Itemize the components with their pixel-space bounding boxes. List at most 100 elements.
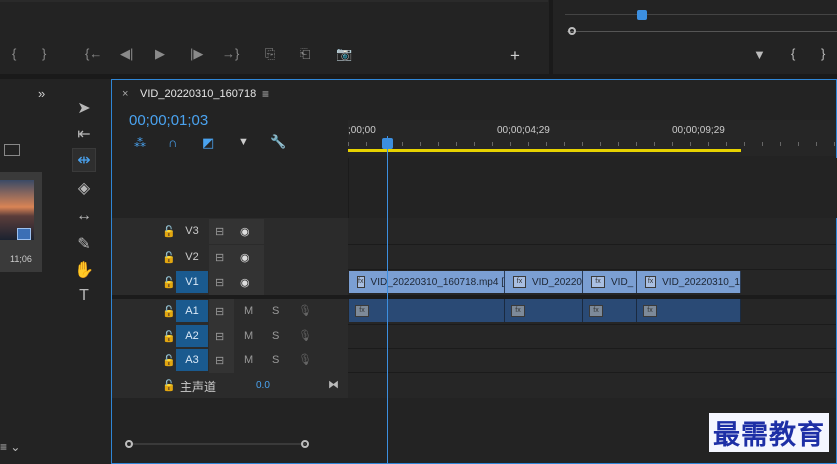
timeline-panel: × VID_20220310_160718 ≡ 00;00;01;03 ⁂ ∩ … — [111, 79, 837, 464]
audio-clip[interactable]: fx — [505, 299, 583, 322]
audio-clip[interactable]: fx — [583, 299, 637, 322]
timecode-display[interactable]: 00;00;01;03 — [129, 112, 208, 129]
clip-name: VID_ — [611, 276, 634, 288]
track-label-a2[interactable]: A2 — [176, 325, 208, 347]
solo-button[interactable]: S — [272, 330, 279, 342]
mute-button[interactable]: M — [244, 305, 253, 317]
nest-toggle-icon[interactable]: ⁂ — [134, 136, 146, 150]
overwrite-icon[interactable]: ⎗ — [300, 47, 310, 60]
razor-tool-icon[interactable]: ◈ — [72, 176, 96, 200]
go-to-end-icon[interactable]: ⧓ — [328, 378, 339, 391]
list-view-icon[interactable]: ≡ ⌄ — [0, 440, 30, 454]
sync-lock-icon[interactable]: ⊟ — [215, 276, 224, 289]
fx-badge-icon: fx — [591, 276, 605, 288]
top-edge — [0, 0, 548, 2]
work-area-bar[interactable] — [348, 149, 741, 152]
mute-button[interactable]: M — [244, 330, 253, 342]
master-label: 主声道 — [180, 380, 217, 394]
track-label-v2[interactable]: V2 — [176, 246, 208, 268]
hand-tool-icon[interactable]: ✋ — [72, 258, 96, 282]
sync-lock-icon[interactable]: ⊟ — [215, 251, 224, 264]
close-tab-icon[interactable]: × — [122, 88, 128, 100]
mark-out-icon[interactable]: } — [42, 47, 46, 60]
step-back-icon[interactable]: ◀| — [120, 47, 133, 60]
mute-button[interactable]: M — [244, 354, 253, 366]
ripple-edit-tool-icon[interactable]: ⇹ — [72, 148, 96, 172]
solo-button[interactable]: S — [272, 305, 279, 317]
sync-lock-icon[interactable]: ⊟ — [215, 354, 224, 367]
pen-tool-icon[interactable]: ✎ — [72, 232, 96, 256]
playhead-line — [387, 136, 388, 464]
linked-selection-icon[interactable]: ◩ — [202, 135, 214, 151]
solo-button[interactable]: S — [272, 354, 279, 366]
watermark-logo: 最需教育 — [709, 413, 829, 452]
scroll-knob-right[interactable] — [301, 440, 309, 448]
mark-out-icon-right[interactable]: } — [821, 47, 825, 60]
wrench-icon[interactable]: 🔧 — [270, 134, 286, 150]
fx-badge-icon: fx — [355, 305, 369, 317]
master-volume-value[interactable]: 0.0 — [256, 380, 270, 391]
insert-icon[interactable]: ⎘ — [265, 47, 275, 60]
microphone-icon[interactable]: 🎙 — [298, 353, 312, 366]
track-row-v2: 🔓 V2 ⊟ ◉ — [112, 245, 836, 270]
master-track-row: 🔓 主声道 0.0 ⧓ — [112, 373, 836, 398]
track-label-a3[interactable]: A3 — [176, 349, 208, 371]
play-icon[interactable]: ▶ — [155, 47, 165, 60]
timeline-tab: × VID_20220310_160718 ≡ — [112, 80, 836, 106]
horizontal-scroll-track[interactable] — [130, 443, 306, 445]
panel-menu-icon[interactable]: ≡ — [262, 87, 269, 101]
add-button-icon[interactable]: + — [510, 46, 520, 66]
project-panel: » ≡ ⌄ — [0, 80, 58, 464]
track-row-v1: 🔓 V1 ⊟ ◉ fx VID_20220310_160718.mp4 [ fx V… — [112, 270, 836, 295]
video-clip[interactable]: fx VID_20220310_160718.mp4 [ — [349, 271, 505, 293]
add-marker-icon[interactable]: ▼ — [753, 48, 766, 61]
eye-icon[interactable]: ◉ — [240, 251, 250, 264]
slip-tool-icon[interactable]: ↔ — [72, 204, 96, 228]
track-label-v3[interactable]: V3 — [176, 220, 208, 242]
selection-tool-icon[interactable]: ➤ — [72, 96, 96, 120]
add-marker-icon-timeline[interactable]: ▼ — [238, 136, 249, 148]
eye-icon[interactable]: ◉ — [240, 225, 250, 238]
clip-name: VID_20220 — [531, 276, 582, 288]
sequence-name[interactable]: VID_20220310_160718 — [140, 88, 256, 100]
go-to-in-icon[interactable]: {← — [85, 47, 102, 60]
track-select-tool-icon[interactable]: ⇤ — [72, 122, 96, 146]
sync-lock-icon[interactable]: ⊟ — [215, 305, 224, 318]
mark-in-icon[interactable]: { — [12, 47, 16, 60]
track-label-a1[interactable]: A1 — [176, 300, 208, 322]
microphone-icon[interactable]: 🎙 — [298, 329, 312, 342]
track-label-v1[interactable]: V1 — [176, 271, 208, 293]
sync-lock-icon[interactable]: ⊟ — [215, 225, 224, 238]
microphone-icon[interactable]: 🎙 — [298, 304, 312, 317]
export-frame-icon[interactable]: 📷 — [336, 47, 352, 60]
lock-icon[interactable]: 🔓 — [162, 330, 176, 343]
lock-icon[interactable]: 🔓 — [162, 276, 176, 289]
program-scroll-knob[interactable] — [568, 27, 576, 35]
track-row-a2: 🔓 A2 ⊟ M S 🎙 — [112, 324, 836, 349]
program-playhead[interactable] — [637, 10, 647, 20]
video-clip[interactable]: fx VID_ — [583, 271, 637, 293]
video-clip[interactable]: fx VID_20220310_1 — [637, 271, 741, 293]
fx-badge-icon: fx — [513, 276, 526, 288]
step-forward-icon[interactable]: |▶ — [190, 47, 203, 60]
playhead-handle[interactable] — [382, 138, 393, 149]
lock-icon[interactable]: 🔓 — [162, 225, 176, 238]
ruler-tick-label: 00;00;09;29 — [672, 125, 725, 136]
video-clip[interactable]: fx VID_20220 — [505, 271, 583, 293]
expand-panel-icon[interactable]: » — [38, 86, 45, 101]
lock-icon[interactable]: 🔓 — [162, 379, 176, 392]
lock-icon[interactable]: 🔓 — [162, 305, 176, 318]
bin-icon[interactable] — [4, 144, 20, 156]
audio-clip[interactable]: fx — [349, 299, 505, 322]
audio-clip[interactable]: fx — [637, 299, 741, 322]
mark-in-icon-right[interactable]: { — [791, 47, 795, 60]
scroll-knob-left[interactable] — [125, 440, 133, 448]
eye-icon[interactable]: ◉ — [240, 276, 250, 289]
go-to-out-icon[interactable]: →} — [222, 47, 239, 60]
sync-lock-icon[interactable]: ⊟ — [215, 330, 224, 343]
snap-icon[interactable]: ∩ — [168, 135, 177, 150]
type-tool-icon[interactable]: T — [72, 284, 96, 308]
lock-icon[interactable]: 🔓 — [162, 251, 176, 264]
lock-icon[interactable]: 🔓 — [162, 354, 176, 367]
clip-name: VID_20220310_1 — [662, 276, 740, 288]
